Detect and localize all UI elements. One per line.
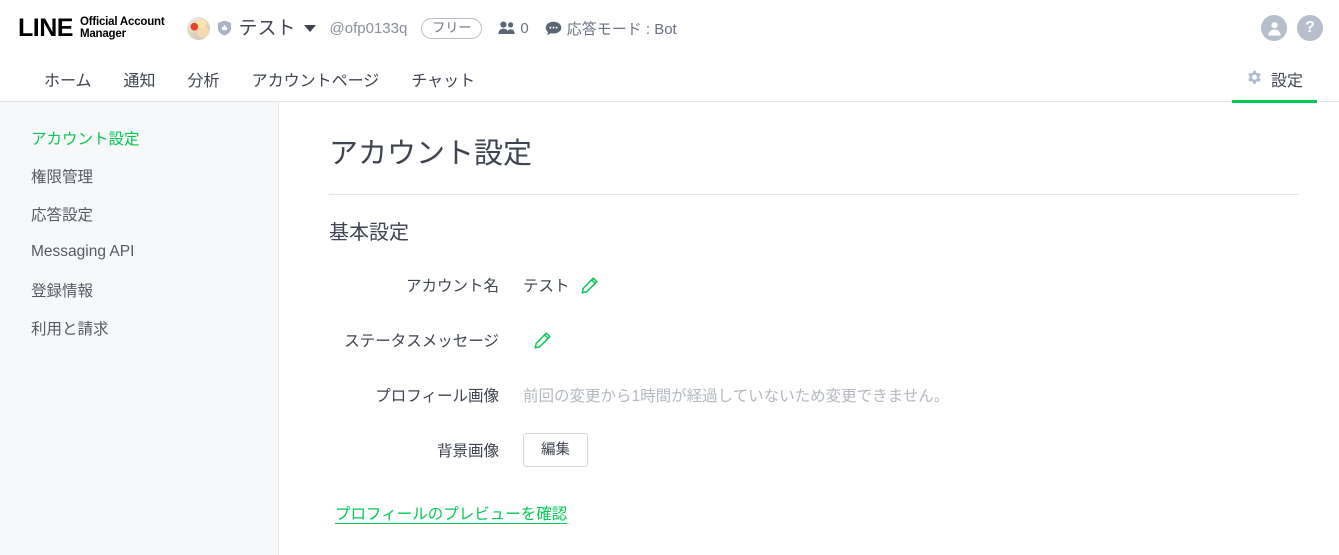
edit-pencil-icon-status-message[interactable] [534, 331, 551, 349]
form-row-status-message: ステータスメッセージ [329, 320, 1299, 360]
help-circle-icon[interactable]: ? [1297, 15, 1323, 41]
response-mode-text: 応答モード : Bot [566, 20, 677, 38]
value-account-name-group: テスト [523, 274, 598, 296]
response-mode-group: 応答モード : Bot [545, 18, 677, 39]
label-status-message: ステータスメッセージ [344, 333, 499, 350]
value-profile-image-group: 前回の変更から1時間が経過していないため変更できません。 [523, 384, 949, 406]
friends-count-text: 0 [520, 19, 529, 37]
form-row-profile-image: プロフィール画像 前回の変更から1時間が経過していないため変更できません。 [329, 375, 1299, 415]
settings-sidebar: アカウント設定 権限管理 応答設定 Messaging API 登録情報 利用と… [0, 102, 279, 555]
account-name-text: テスト [238, 17, 296, 39]
label-profile-image: プロフィール画像 [375, 388, 499, 405]
basic-settings-form: アカウント名 テスト ステータスメッセージ プロフィール画像 前回の変更から1時… [329, 265, 1299, 470]
tab-home[interactable]: ホーム [28, 56, 108, 102]
main-tab-bar: ホーム 通知 分析 アカウントページ チャット 設定 [0, 56, 1339, 103]
page-body: アカウント設定 権限管理 応答設定 Messaging API 登録情報 利用と… [0, 102, 1339, 555]
person-circle-icon[interactable] [1261, 15, 1287, 41]
account-id-text: @ofp0133q [329, 19, 408, 37]
value-account-name: テスト [523, 278, 570, 295]
tab-analytics[interactable]: 分析 [172, 56, 236, 102]
tab-account-page[interactable]: アカウントページ [236, 56, 396, 102]
form-row-background-image: 背景画像 編集 [329, 430, 1299, 470]
tab-settings-label: 設定 [1270, 72, 1303, 90]
label-background-image: 背景画像 [436, 443, 499, 460]
account-avatar-image [186, 16, 210, 40]
sidebar-item-account-settings[interactable]: アカウント設定 [0, 119, 278, 157]
title-divider [329, 194, 1299, 195]
edit-pencil-icon-account-name[interactable] [581, 276, 598, 294]
sidebar-item-usage-and-billing[interactable]: 利用と請求 [0, 309, 278, 347]
logo-subtitle-line1: Official Account [79, 16, 165, 28]
friends-icon [498, 21, 515, 34]
tab-bar-right: 設定 [1230, 56, 1339, 103]
tab-notifications[interactable]: 通知 [108, 56, 172, 102]
sidebar-item-permissions[interactable]: 権限管理 [0, 157, 278, 195]
person-glyph-icon [1267, 21, 1281, 36]
shield-badge-icon [217, 20, 231, 36]
sidebar-item-response-settings[interactable]: 応答設定 [0, 195, 278, 233]
profile-image-disabled-message: 前回の変更から1時間が経過していないため変更できません。 [523, 388, 950, 405]
header-right-actions: ? [1261, 15, 1323, 41]
sidebar-item-registration-info[interactable]: 登録情報 [0, 271, 278, 309]
gear-icon [1248, 70, 1261, 84]
chat-bubble-icon [545, 21, 561, 35]
page-title: アカウント設定 [329, 138, 533, 170]
chevron-down-icon[interactable] [303, 24, 316, 32]
tab-chat[interactable]: チャット [395, 56, 491, 102]
value-status-message-group [523, 331, 551, 349]
settings-content: アカウント設定 基本設定 アカウント名 テスト ステータスメッセージ プロフィー… [279, 102, 1339, 555]
account-switcher[interactable]: テスト [186, 16, 316, 40]
profile-preview-link[interactable]: プロフィールのプレビューを確認 [335, 502, 567, 524]
tab-settings[interactable]: 設定 [1230, 56, 1319, 103]
section-title-basic-settings: 基本設定 [329, 222, 409, 244]
logo-line-text: LINE [18, 13, 73, 42]
top-header-bar: LINE Official Account Manager テスト @ofp01… [0, 0, 1339, 56]
help-glyph: ? [1305, 19, 1315, 36]
form-row-account-name: アカウント名 テスト [329, 265, 1299, 305]
background-image-edit-button[interactable]: 編集 [523, 433, 588, 467]
plan-badge: フリー [421, 17, 483, 39]
friends-count-group: 0 [498, 19, 529, 37]
logo-subtitle: Official Account Manager [80, 16, 165, 40]
sidebar-item-messaging-api[interactable]: Messaging API [0, 233, 278, 271]
value-background-image-group: 編集 [523, 433, 588, 467]
label-account-name: アカウント名 [405, 278, 499, 295]
line-oam-logo[interactable]: LINE Official Account Manager [18, 13, 165, 42]
logo-subtitle-line2: Manager [79, 28, 126, 40]
